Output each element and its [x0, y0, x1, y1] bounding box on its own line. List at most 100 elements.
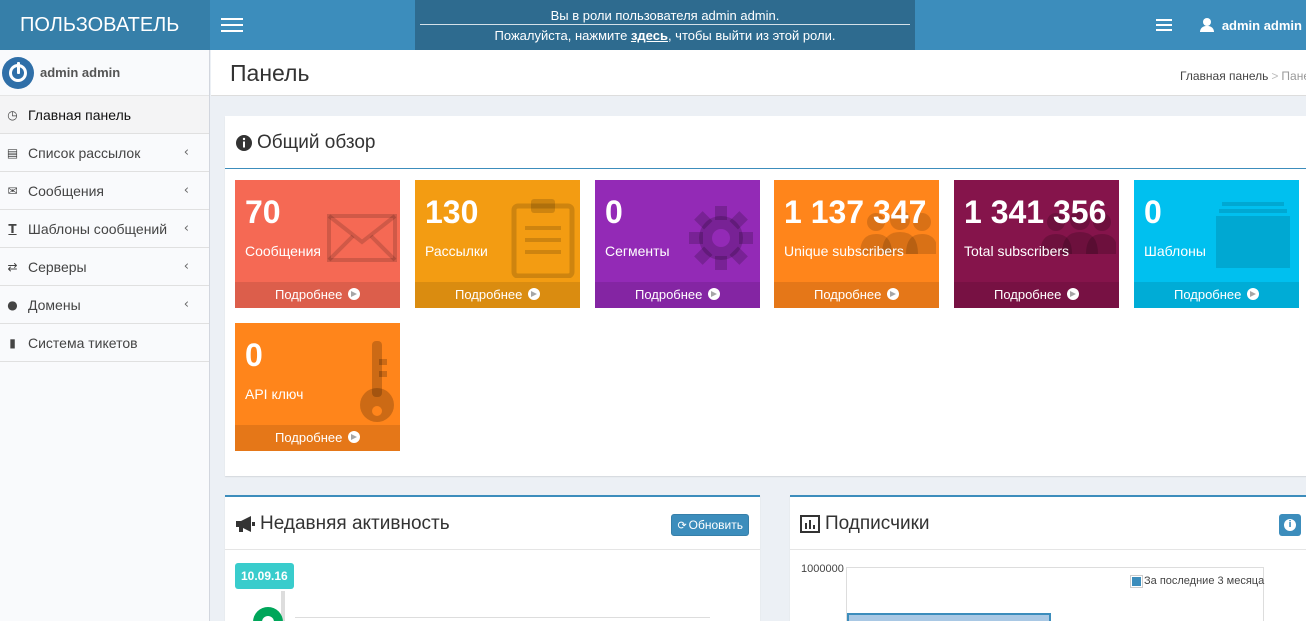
sidebar-item-label: Сообщения: [28, 182, 104, 199]
overview-box: Общий обзор 70 Сообщения Подробнее 130 Р…: [225, 116, 1306, 476]
navbar-right: admin admin: [1155, 0, 1306, 50]
user-menu-name: admin admin: [1221, 17, 1302, 33]
top-navbar: ПОЛЬЗОВАТЕЛЬ Вы в роли пользователя admi…: [0, 0, 1306, 50]
globe-icon: ●: [7, 297, 18, 312]
arrow-circle-right-icon: [528, 288, 541, 300]
power-icon: [2, 56, 34, 89]
breadcrumb-current: Пане: [1281, 69, 1306, 83]
sidebar-item-label: Главная панель: [28, 106, 132, 123]
tile-more-link[interactable]: Подробнее: [954, 282, 1119, 308]
chevron-left-icon: ‹: [183, 145, 189, 160]
tile-segments: 0 Сегменты Подробнее: [595, 180, 760, 308]
tile-value: 0: [1144, 194, 1162, 230]
sidebar-item-dashboard[interactable]: ◷ Главная панель: [0, 96, 209, 134]
tile-more-link[interactable]: Подробнее: [235, 282, 400, 308]
sidebar-item-label: Список рассылок: [28, 144, 141, 161]
app-logo[interactable]: ПОЛЬЗОВАТЕЛЬ: [0, 0, 210, 50]
bullhorn-icon: [236, 516, 255, 532]
sidebar-user-panel: admin admin: [0, 50, 209, 96]
impersonation-exit-text: Пожалуйста, нажмите здесь, чтобы выйти и…: [494, 28, 836, 43]
tile-value: 70: [245, 194, 281, 230]
chart-y-tick: 1000000: [801, 563, 844, 575]
tile-more-link[interactable]: Подробнее: [415, 282, 580, 308]
timeline-event-icon: [253, 607, 283, 621]
tile-templates: 0 Шаблоны Подробнее: [1134, 180, 1299, 308]
recent-activity-title: Недавняя активность: [235, 513, 450, 535]
timeline-item: [295, 617, 710, 621]
refresh-label: Обновить: [688, 518, 743, 532]
tile-value: 0: [245, 337, 263, 373]
chart-bar: [847, 613, 1051, 621]
clipboard-icon: [511, 199, 575, 278]
chevron-left-icon: ‹: [183, 297, 189, 312]
tile-value: 0: [605, 194, 623, 230]
tile-value: 1 137 347: [784, 194, 927, 230]
overview-title: Общий обзор: [235, 132, 375, 154]
arrow-circle-right-icon: [708, 288, 721, 300]
tile-more-link[interactable]: Подробнее: [235, 425, 400, 451]
sidebar-item-templates[interactable]: T Шаблоны сообщений ‹: [0, 210, 209, 248]
sidebar-toggle-button[interactable]: [210, 0, 254, 50]
gear-icon: [689, 206, 753, 270]
tile-label: Unique subscribers: [784, 243, 904, 259]
book-icon: ▮: [9, 335, 16, 350]
timeline-date-label: 10.09.16: [235, 563, 294, 589]
sidebar: admin admin ◷ Главная панель ▤ Список ра…: [0, 50, 210, 621]
sidebar-item-mailing-lists[interactable]: ▤ Список рассылок ‹: [0, 134, 209, 172]
breadcrumb-home[interactable]: Главная панель: [1180, 69, 1268, 83]
tasks-list-icon[interactable]: [1155, 19, 1172, 31]
user-icon: [1199, 18, 1214, 32]
tile-messages: 70 Сообщения Подробнее: [235, 180, 400, 308]
sidebar-item-messages[interactable]: ✉ Сообщения ‹: [0, 172, 209, 210]
tile-label: Сообщения: [245, 243, 321, 259]
tile-mailing-lists: 130 Рассылки Подробнее: [415, 180, 580, 308]
tile-label: Сегменты: [605, 243, 670, 259]
tile-api-key: 0 API ключ Подробнее: [235, 323, 400, 451]
refresh-icon: ⟳: [677, 518, 687, 532]
tile-more-link[interactable]: Подробнее: [1134, 282, 1299, 308]
arrow-circle-right-icon: [348, 431, 361, 443]
list-icon: ▤: [6, 145, 19, 160]
tile-unique-subscribers: 1 137 347 Unique subscribers Подробнее: [774, 180, 939, 308]
exit-role-link[interactable]: здесь: [631, 28, 668, 43]
page-title: Панель: [230, 60, 310, 86]
info-icon: [236, 135, 252, 151]
user-menu[interactable]: admin admin: [1199, 17, 1306, 33]
info-button[interactable]: i: [1279, 514, 1301, 536]
subscribers-box: Подписчики i 1000000 За последние 3 меся…: [790, 495, 1306, 621]
tile-label: Total subscribers: [964, 243, 1070, 259]
tile-value: 130: [425, 194, 479, 230]
refresh-button[interactable]: ⟳ Обновить: [671, 514, 749, 536]
tile-value: 1 341 356: [964, 194, 1107, 230]
key-icon: [360, 341, 394, 422]
chevron-left-icon: ‹: [183, 259, 189, 274]
tile-more-link[interactable]: Подробнее: [774, 282, 939, 308]
sidebar-item-servers[interactable]: ⇄ Серверы ‹: [0, 248, 209, 286]
arrow-circle-right-icon: [348, 288, 361, 300]
sidebar-item-label: Система тикетов: [28, 334, 138, 351]
legend-label: За последние 3 месяца: [1144, 575, 1265, 587]
sidebar-item-label: Серверы: [28, 258, 87, 275]
tile-label: Шаблоны: [1144, 243, 1206, 259]
breadcrumb: Главная панель>Пане: [1180, 69, 1306, 83]
tile-more-link[interactable]: Подробнее: [595, 282, 760, 308]
sidebar-item-domains[interactable]: ● Домены ‹: [0, 286, 209, 324]
sidebar-user-name: admin admin: [40, 65, 121, 80]
sidebar-item-label: Шаблоны сообщений: [28, 220, 168, 237]
bar-chart-icon: [800, 515, 820, 533]
exchange-icon: ⇄: [7, 259, 18, 274]
recent-activity-box: Недавняя активность ⟳ Обновить 10.09.16: [225, 495, 760, 621]
dashboard-icon: ◷: [7, 107, 18, 122]
chevron-left-icon: ‹: [183, 183, 189, 198]
tile-label: API ключ: [245, 386, 304, 402]
tile-label: Рассылки: [425, 243, 488, 259]
arrow-circle-right-icon: [887, 288, 900, 300]
content-header: Панель Главная панель>Пане: [211, 50, 1306, 96]
envelope-icon: [327, 214, 397, 262]
envelope-icon: ✉: [7, 183, 18, 198]
arrow-circle-right-icon: [1247, 288, 1260, 300]
chevron-left-icon: ‹: [183, 221, 189, 236]
templates-icon: [1216, 202, 1290, 268]
legend-swatch: [1130, 574, 1143, 588]
sidebar-item-tickets[interactable]: ▮ Система тикетов: [0, 324, 209, 362]
